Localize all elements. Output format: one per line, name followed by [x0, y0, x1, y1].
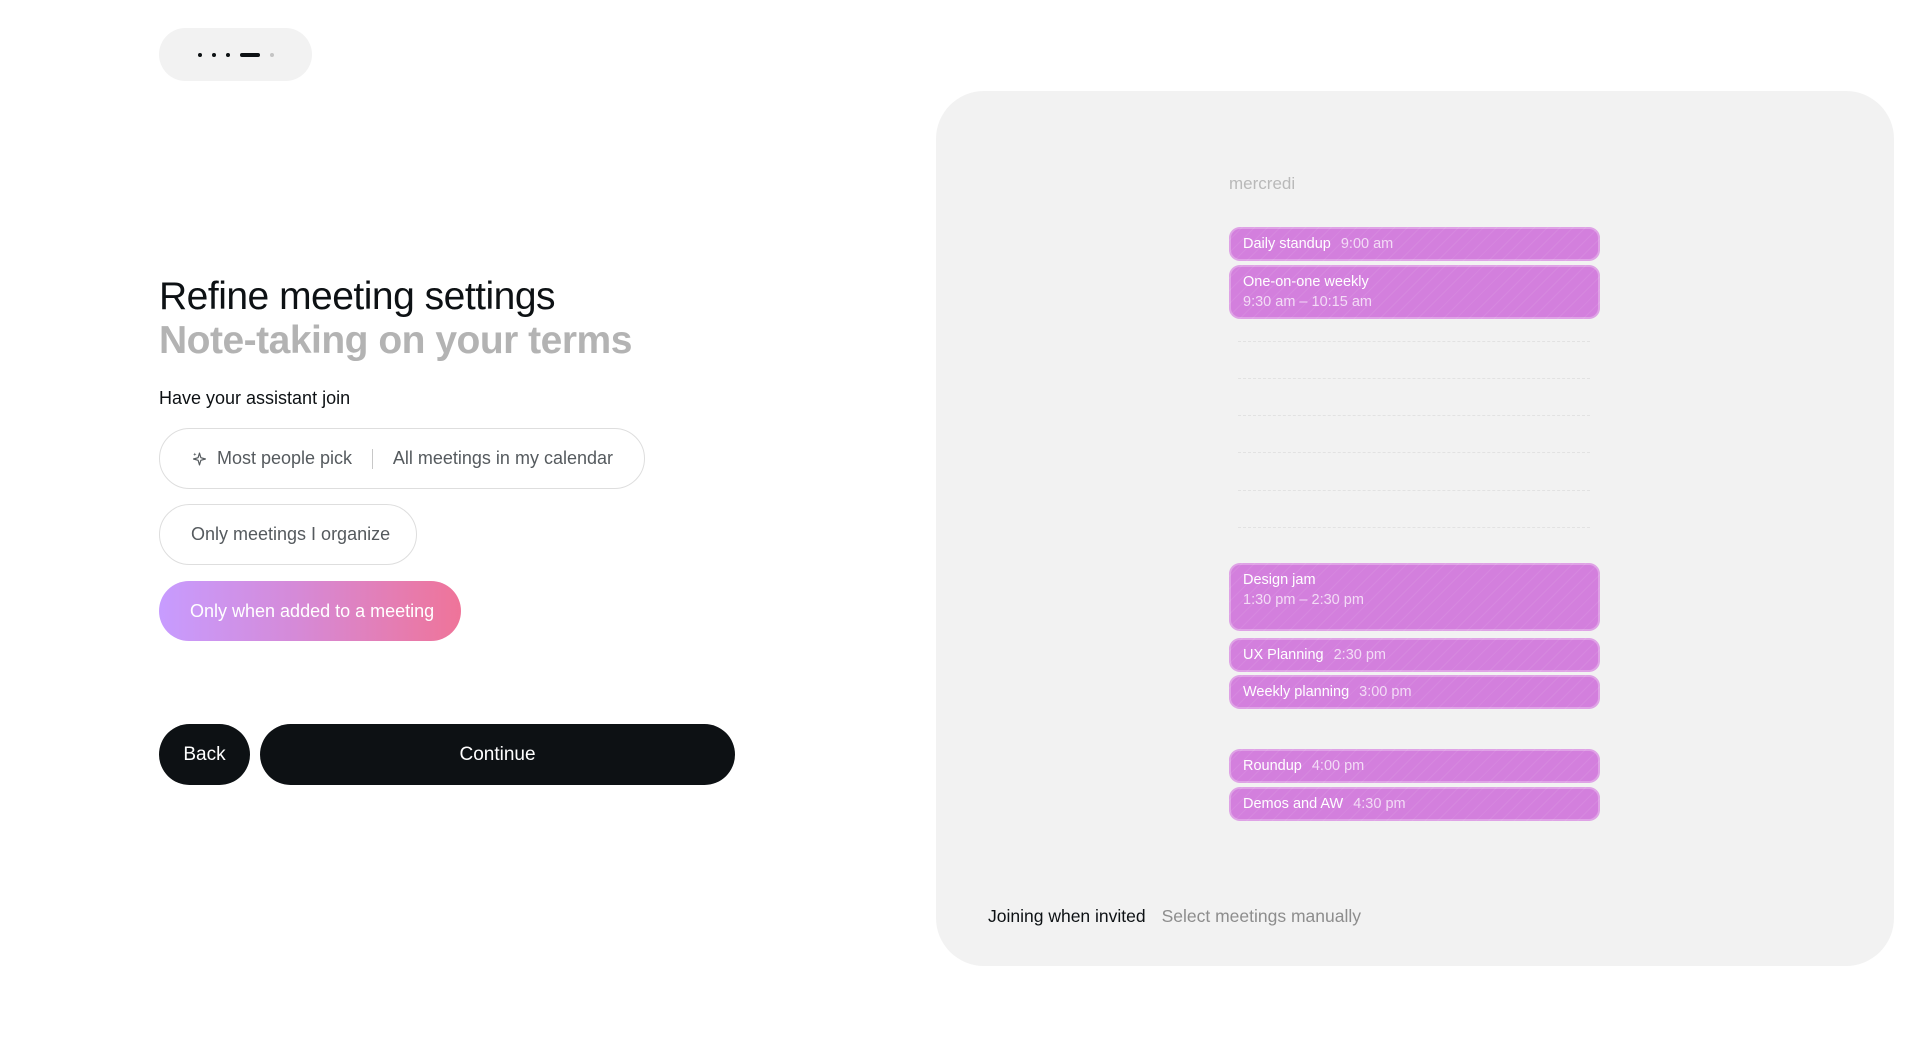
sparkle-icon	[192, 451, 207, 466]
event-time: 1:30 pm – 2:30 pm	[1243, 592, 1364, 608]
calendar-event: One-on-one weekly 9:30 am – 10:15 am	[1229, 265, 1600, 319]
event-name: Design jam	[1243, 572, 1316, 588]
status-select-manually: Select meetings manually	[1161, 906, 1362, 926]
calendar-event: UX Planning 2:30 pm	[1229, 638, 1600, 672]
progress-step-dot	[269, 52, 274, 57]
page-title: Refine meeting settings	[159, 275, 556, 318]
option-divider	[372, 448, 373, 469]
calendar-day-label: mercredi	[1229, 174, 1296, 193]
preview-status-bar: Joining when invited Select meetings man…	[988, 906, 1361, 927]
back-button[interactable]: Back	[159, 724, 250, 785]
progress-step-dot	[211, 52, 216, 57]
hour-divider	[1238, 378, 1590, 379]
event-name: Weekly planning	[1243, 684, 1350, 700]
option-meetings-i-organize[interactable]: Only meetings I organize	[159, 504, 417, 565]
event-time: 2:30 pm	[1333, 647, 1387, 663]
progress-current-step	[239, 52, 260, 57]
calendar-event: Roundup 4:00 pm	[1229, 749, 1600, 783]
hour-divider	[1238, 415, 1590, 416]
hour-divider	[1238, 490, 1590, 491]
event-time: 9:30 am – 10:15 am	[1243, 294, 1372, 310]
event-name: Demos and AW	[1243, 796, 1344, 812]
status-joining-when-invited: Joining when invited	[988, 906, 1146, 926]
option-all-meetings[interactable]: Most people pick All meetings in my cale…	[159, 428, 645, 489]
page-subtitle: Note-taking on your terms	[159, 319, 632, 362]
event-name: Roundup	[1243, 758, 1302, 774]
option-label: Only meetings I organize	[191, 524, 391, 544]
event-time: 4:00 pm	[1311, 758, 1365, 774]
event-time: 4:30 pm	[1353, 796, 1406, 812]
most-people-pick-badge: Most people pick	[216, 448, 353, 468]
progress-step-dot	[197, 52, 202, 57]
join-section-label: Have your assistant join	[159, 388, 351, 408]
calendar-event: Daily standup 9:00 am	[1229, 227, 1600, 261]
event-name: One-on-one weekly	[1243, 274, 1369, 290]
event-name: Daily standup	[1243, 236, 1331, 252]
option-label: Only when added to a meeting	[190, 600, 435, 621]
event-name: UX Planning	[1243, 647, 1324, 663]
hour-divider	[1238, 341, 1590, 342]
hour-divider	[1238, 527, 1590, 528]
calendar-event: Weekly planning 3:00 pm	[1229, 675, 1600, 709]
event-time: 3:00 pm	[1359, 684, 1412, 700]
event-time: 9:00 am	[1340, 236, 1394, 252]
calendar-event: Demos and AW 4:30 pm	[1229, 787, 1600, 821]
calendar-event: Design jam 1:30 pm – 2:30 pm	[1229, 563, 1600, 631]
calendar-preview-panel	[936, 91, 1894, 966]
continue-button[interactable]: Continue	[260, 724, 735, 785]
option-when-added-selected[interactable]: Only when added to a meeting	[159, 581, 461, 641]
progress-step-dot	[225, 52, 230, 57]
hour-divider	[1238, 452, 1590, 453]
option-label: All meetings in my calendar	[392, 448, 613, 468]
progress-indicator	[159, 28, 312, 81]
